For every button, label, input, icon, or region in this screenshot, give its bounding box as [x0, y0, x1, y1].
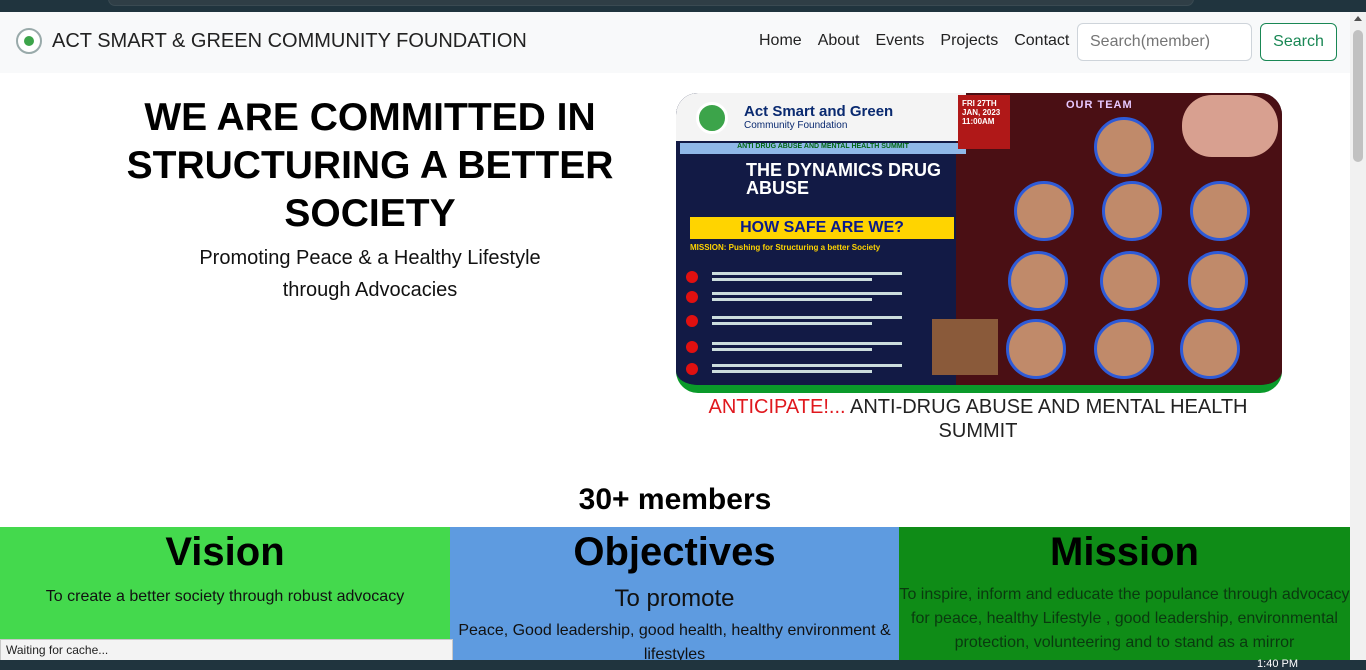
vision-text: To create a better society through robus…	[45, 588, 405, 605]
poster-subtheme	[686, 313, 936, 327]
brand-name: ACT SMART & GREEN COMMUNITY FOUNDATION	[52, 29, 527, 52]
hero-subtitle: Promoting Peace & a Healthy Lifestyle th…	[150, 242, 590, 306]
hero-subtitle-line2: through Advocacies	[282, 279, 458, 301]
objectives-text: Peace, Good leadership, good health, hea…	[458, 622, 891, 660]
team-member-photo	[1014, 181, 1074, 241]
team-member-photo	[1100, 251, 1160, 311]
poster-question: HOW SAFE ARE WE?	[690, 217, 954, 239]
taskbar: 1:40 PM	[0, 658, 1366, 670]
event-poster: Act Smart and Green Community Foundation…	[676, 93, 1282, 393]
nav-events[interactable]: Events	[868, 32, 933, 50]
event-text: ANTI-DRUG ABUSE AND MENTAL HEALTH SUMMIT	[845, 396, 1248, 442]
team-member-photo	[1190, 181, 1250, 241]
browser-top-strip	[0, 0, 1366, 12]
mission-card: Mission To inspire, inform and educate t…	[899, 527, 1350, 660]
nav-contact[interactable]: Contact	[1006, 32, 1077, 50]
objectives-title: Objectives	[573, 530, 776, 574]
team-member-photo	[1094, 117, 1154, 177]
poster-date: FRI 27TH JAN, 2023 11:00AM	[958, 95, 1010, 149]
event-caption: ANTICIPATE!... ANTI-DRUG ABUSE AND MENTA…	[690, 395, 1266, 443]
poster-logo	[696, 102, 728, 134]
hero-subtitle-line1: Promoting Peace & a Healthy Lifestyle	[199, 247, 541, 269]
mission-title: Mission	[1050, 530, 1199, 574]
team-member-photo	[1094, 319, 1154, 379]
poster-subtheme	[686, 289, 936, 303]
poster-photo	[1182, 95, 1278, 157]
poster-subtheme	[686, 269, 936, 283]
poster-mission: MISSION: Pushing for Structuring a bette…	[690, 243, 881, 252]
poster-inset-photo	[932, 319, 998, 375]
page-viewport: ACT SMART & GREEN COMMUNITY FOUNDATION H…	[0, 12, 1350, 660]
search-button[interactable]: Search	[1260, 23, 1337, 61]
poster-org: Act Smart and Green	[744, 103, 894, 120]
hero-title: WE ARE COMMITTED IN STRUCTURING A BETTER…	[126, 96, 614, 235]
search-input[interactable]	[1077, 23, 1252, 61]
nav-links: Home About Events Projects Contact	[751, 32, 1077, 50]
vision-title: Vision	[165, 530, 285, 574]
poster-theme: THE DYNAMICS DRUG ABUSE	[746, 160, 942, 198]
members-count: 30+ members	[578, 483, 772, 516]
poster-band: ANTI DRUG ABUSE AND MENTAL HEALTH SUMMIT	[680, 143, 966, 154]
scrollbar-thumb[interactable]	[1353, 30, 1363, 162]
browser-status-bar: Waiting for cache...	[0, 639, 453, 660]
brand[interactable]: ACT SMART & GREEN COMMUNITY FOUNDATION	[16, 28, 527, 54]
scroll-up-icon[interactable]	[1354, 16, 1362, 21]
team-member-photo	[1102, 181, 1162, 241]
poster-team-label: OUR TEAM	[1066, 99, 1133, 111]
event-highlight: ANTICIPATE!...	[708, 396, 846, 418]
poster-subtheme	[686, 339, 936, 353]
poster-org-sub: Community Foundation	[744, 120, 848, 131]
address-bar[interactable]	[108, 0, 1194, 6]
nav-about[interactable]: About	[810, 32, 868, 50]
poster-subtheme	[686, 361, 936, 375]
poster-header: Act Smart and Green Community Foundation	[676, 93, 966, 141]
nav-projects[interactable]: Projects	[932, 32, 1006, 50]
objectives-lead: To promote	[614, 585, 735, 612]
team-member-photo	[1008, 251, 1068, 311]
foundation-logo	[16, 28, 42, 54]
team-member-photo	[1180, 319, 1240, 379]
objectives-card: Objectives To promote Peace, Good leader…	[450, 527, 899, 660]
page-scrollbar[interactable]	[1350, 12, 1366, 660]
team-member-photo	[1188, 251, 1248, 311]
taskbar-clock: 1:40 PM	[1257, 658, 1298, 670]
mission-text: To inspire, inform and educate the popul…	[899, 586, 1350, 651]
nav-home[interactable]: Home	[751, 32, 810, 50]
navbar: ACT SMART & GREEN COMMUNITY FOUNDATION H…	[0, 12, 1350, 73]
team-member-photo	[1006, 319, 1066, 379]
